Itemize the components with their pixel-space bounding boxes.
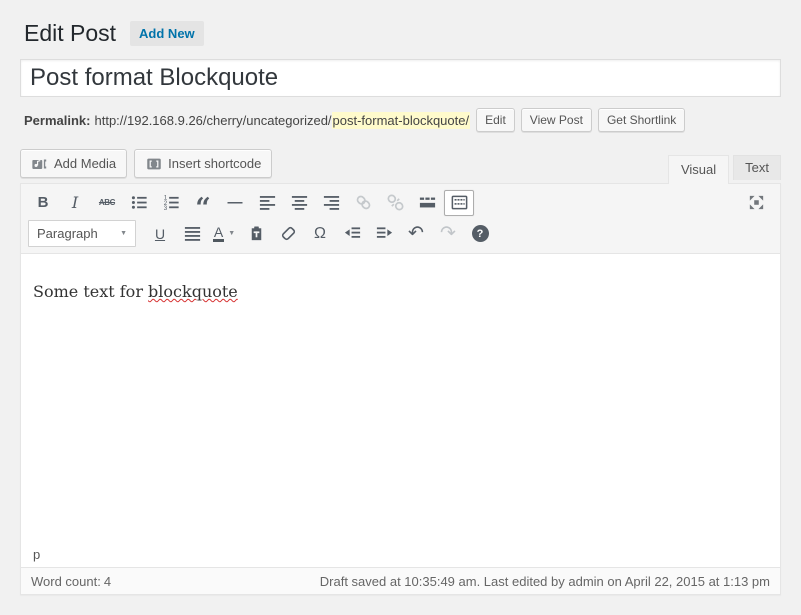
read-more-icon — [418, 193, 437, 212]
strikethrough-icon: ABC — [99, 198, 115, 207]
media-toolbar: Add Media Insert shortcode Visual Text — [20, 149, 781, 183]
toolbar-row-2: Paragraph ▼ U A ▼ Ω — [28, 218, 773, 249]
align-right-button[interactable] — [316, 190, 346, 216]
element-path-item[interactable]: p — [33, 547, 40, 562]
word-count-value: 4 — [104, 574, 111, 589]
insert-shortcode-button[interactable]: Insert shortcode — [134, 149, 272, 178]
justify-icon — [183, 224, 202, 243]
post-body-paragraph: Some text for blockquote — [33, 280, 768, 304]
edit-post-page: Edit Post Add New Permalink: http://192.… — [0, 0, 801, 595]
horizontal-rule-button[interactable]: — — [220, 190, 250, 216]
eraser-icon — [279, 224, 298, 243]
post-body-text: Some text for — [33, 282, 148, 301]
add-media-button[interactable]: Add Media — [20, 149, 127, 178]
paste-as-text-icon — [247, 224, 266, 243]
special-character-button[interactable]: Ω — [305, 221, 335, 247]
permalink-row: Permalink: http://192.168.9.26/cherry/un… — [20, 108, 781, 132]
element-path-bar: p — [21, 544, 780, 567]
post-title-input[interactable] — [20, 59, 781, 97]
fullscreen-button[interactable] — [741, 190, 771, 216]
blockquote-button[interactable]: “ — [188, 190, 218, 216]
clear-formatting-button[interactable] — [273, 221, 303, 247]
italic-icon: I — [72, 193, 78, 212]
remove-link-button[interactable] — [380, 190, 410, 216]
undo-icon: ↶ — [408, 226, 424, 242]
permalink-label: Permalink: — [24, 113, 90, 128]
insert-shortcode-label: Insert shortcode — [168, 156, 261, 171]
bold-button[interactable]: B — [28, 190, 58, 216]
editor-toolbar: B I ABC 123 “ — — [21, 184, 780, 254]
unlink-icon — [386, 193, 405, 212]
add-new-button[interactable]: Add New — [130, 21, 204, 46]
add-media-icon — [31, 155, 49, 173]
underline-button[interactable]: U — [145, 221, 175, 247]
help-icon: ? — [472, 225, 489, 242]
blockquote-icon: “ — [195, 205, 211, 213]
horizontal-rule-icon: — — [228, 194, 243, 211]
shortcode-icon — [145, 155, 163, 173]
tab-text[interactable]: Text — [733, 155, 781, 180]
bulleted-list-icon — [130, 193, 149, 212]
post-status-bar: Word count:4 Draft saved at 10:35:49 am.… — [21, 567, 780, 594]
toolbar-row-1: B I ABC 123 “ — — [28, 187, 773, 218]
help-button[interactable]: ? — [465, 221, 495, 247]
misspelled-word: blockquote — [148, 282, 238, 301]
chevron-down-icon: ▼ — [228, 230, 235, 237]
redo-icon: ↷ — [440, 226, 456, 242]
redo-button[interactable]: ↷ — [433, 221, 463, 247]
undo-button[interactable]: ↶ — [401, 221, 431, 247]
paragraph-format-select[interactable]: Paragraph ▼ — [28, 220, 136, 247]
align-left-icon — [258, 193, 277, 212]
svg-text:3: 3 — [163, 205, 167, 212]
paragraph-format-label: Paragraph — [37, 226, 98, 241]
outdent-button[interactable] — [337, 221, 367, 247]
word-count-label: Word count: — [31, 574, 101, 589]
chevron-down-icon: ▼ — [120, 230, 127, 237]
read-more-button[interactable] — [412, 190, 442, 216]
underline-icon: U — [155, 226, 165, 242]
editor-tabs: Visual Text — [668, 155, 781, 183]
numbered-list-icon: 123 — [162, 193, 181, 212]
align-center-icon — [290, 193, 309, 212]
page-header: Edit Post Add New — [20, 9, 781, 54]
toolbar-toggle-icon — [450, 193, 469, 212]
toolbar-toggle-button[interactable] — [444, 190, 474, 216]
view-post-button[interactable]: View Post — [521, 108, 592, 132]
permalink-slug[interactable]: post-format-blockquote/ — [332, 112, 471, 129]
edit-permalink-button[interactable]: Edit — [476, 108, 515, 132]
insert-link-button[interactable] — [348, 190, 378, 216]
permalink-url: http://192.168.9.26/cherry/uncategorized… — [94, 113, 331, 128]
outdent-icon — [343, 224, 362, 243]
page-title: Edit Post — [24, 19, 116, 48]
add-media-label: Add Media — [54, 156, 116, 171]
editor-frame: B I ABC 123 “ — — [20, 183, 781, 595]
italic-button[interactable]: I — [60, 190, 90, 216]
word-count: Word count:4 — [31, 574, 114, 589]
omega-icon: Ω — [314, 225, 326, 243]
link-icon — [354, 193, 373, 212]
text-color-button[interactable]: A ▼ — [209, 221, 239, 247]
paste-as-text-button[interactable] — [241, 221, 271, 247]
editor-content-area[interactable]: Some text for blockquote — [21, 254, 780, 544]
indent-button[interactable] — [369, 221, 399, 247]
text-color-icon: A — [213, 226, 224, 242]
get-shortlink-button[interactable]: Get Shortlink — [598, 108, 685, 132]
align-left-button[interactable] — [252, 190, 282, 216]
numbered-list-button[interactable]: 123 — [156, 190, 186, 216]
align-center-button[interactable] — [284, 190, 314, 216]
indent-icon — [375, 224, 394, 243]
bold-icon: B — [38, 194, 49, 211]
align-right-icon — [322, 193, 341, 212]
strikethrough-button[interactable]: ABC — [92, 190, 122, 216]
justify-button[interactable] — [177, 221, 207, 247]
bulleted-list-button[interactable] — [124, 190, 154, 216]
autosave-status: Draft saved at 10:35:49 am. Last edited … — [320, 574, 770, 589]
fullscreen-icon — [747, 193, 766, 212]
tab-visual[interactable]: Visual — [668, 155, 729, 184]
